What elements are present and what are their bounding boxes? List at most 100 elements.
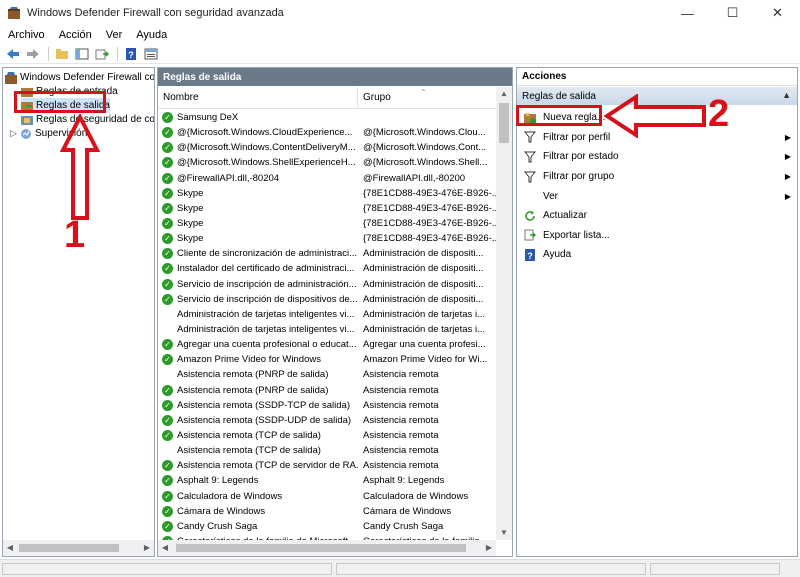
- table-row[interactable]: ✓ Asistencia remota (TCP de servidor de R…: [158, 458, 498, 473]
- menu-ver[interactable]: Ver: [99, 29, 130, 41]
- submenu-arrow-icon: ▶: [784, 172, 791, 182]
- action-export-list[interactable]: Exportar lista...: [517, 226, 797, 246]
- rule-name-cell: ✓ Servicio de inscripción de administraci…: [158, 278, 358, 290]
- rules-horizontal-scrollbar[interactable]: ◀ ▶: [158, 540, 496, 556]
- table-row[interactable]: ✓ @{Microsoft.Windows.CloudExperience... @…: [158, 125, 498, 140]
- enabled-check-icon: ✓: [162, 233, 173, 245]
- rule-name-cell: ✓ Amazon Prime Video for Windows: [158, 354, 358, 366]
- table-row[interactable]: ✓ Skype {78E1CD88-49E3-476E-B926-...: [158, 186, 498, 201]
- table-row[interactable]: ✓ Asistencia remota (SSDP-TCP de salida) A…: [158, 398, 498, 413]
- table-row[interactable]: ✓ Amazon Prime Video for Windows Amazon Pr…: [158, 352, 498, 367]
- tree-horizontal-scrollbar[interactable]: ◀ ▶: [3, 540, 154, 556]
- maximize-icon[interactable]: ☐: [710, 0, 755, 26]
- export-icon[interactable]: [93, 46, 111, 62]
- action-label: Filtrar por estado: [543, 151, 619, 163]
- table-row[interactable]: ✓ Calculadora de Windows Calculadora de Wi…: [158, 489, 498, 504]
- scroll-down-icon[interactable]: ▼: [496, 526, 512, 540]
- column-group-header[interactable]: Grupo ⌃: [358, 87, 498, 108]
- annotation-arrow-up-icon: [60, 114, 100, 220]
- table-row[interactable]: ✓ Asistencia remota (PNRP de salida) Asist…: [158, 383, 498, 398]
- toolbar-separator: [117, 46, 118, 61]
- table-row[interactable]: ✓ Servicio de inscripción de administraci…: [158, 277, 498, 292]
- rule-name: Skype: [177, 218, 204, 230]
- rule-name-cell: ✓ Asistencia remota (SSDP-UDP de salida): [158, 414, 358, 426]
- rule-name: Skype: [177, 187, 204, 199]
- scroll-right-icon[interactable]: ▶: [482, 540, 496, 556]
- tree-root[interactable]: Windows Defender Firewall con: [5, 70, 154, 85]
- table-row[interactable]: ✓ Asphalt 9: Legends Asphalt 9: Legends: [158, 473, 498, 488]
- table-row[interactable]: Asistencia remota (PNRP de salida) Asiste…: [158, 367, 498, 382]
- action-filter-group[interactable]: Filtrar por grupo ▶: [517, 167, 797, 187]
- column-name-header[interactable]: Nombre: [158, 87, 358, 108]
- properties-icon[interactable]: [142, 46, 160, 62]
- expand-icon[interactable]: ▷: [10, 128, 18, 139]
- action-help[interactable]: ? Ayuda: [517, 245, 797, 265]
- scroll-right-icon[interactable]: ▶: [140, 540, 154, 556]
- menu-accion[interactable]: Acción: [52, 29, 99, 41]
- enabled-check-icon: ✓: [162, 112, 173, 124]
- table-row[interactable]: ✓ Cámara de Windows Cámara de Windows: [158, 504, 498, 519]
- back-icon[interactable]: [4, 46, 22, 62]
- rule-group-cell: @{Microsoft.Windows.Clou...: [363, 127, 486, 139]
- table-row[interactable]: ✓ Skype {78E1CD88-49E3-476E-B926-...: [158, 216, 498, 231]
- filter-icon: [523, 170, 537, 184]
- table-row[interactable]: ✓ Asistencia remota (SSDP-UDP de salida) A…: [158, 413, 498, 428]
- rule-name-cell: Administración de tarjetas inteligentes …: [158, 324, 358, 335]
- rule-group-cell: Candy Crush Saga: [363, 520, 444, 532]
- table-row[interactable]: ✓ @FirewallAPI.dll,-80204 @FirewallAPI.dll…: [158, 171, 498, 186]
- table-row[interactable]: ✓ Skype {78E1CD88-49E3-476E-B926-...: [158, 231, 498, 246]
- menu-archivo[interactable]: Archivo: [0, 29, 52, 41]
- rule-group-cell: Asistencia remota: [363, 460, 439, 472]
- rule-name: Administración de tarjetas inteligentes …: [177, 324, 355, 336]
- rule-group-cell: Agregar una cuenta profesi...: [363, 339, 486, 351]
- enabled-check-icon: ✓: [162, 384, 173, 396]
- minimize-icon[interactable]: —: [665, 0, 710, 26]
- blank-icon: [523, 189, 537, 203]
- table-row[interactable]: ✓ @{Microsoft.Windows.ShellExperienceH...…: [158, 155, 498, 170]
- action-filter-state[interactable]: Filtrar por estado ▶: [517, 147, 797, 167]
- rules-vertical-scrollbar[interactable]: ▲ ▼: [496, 87, 512, 540]
- table-row[interactable]: ✓ Cliente de sincronización de administra…: [158, 246, 498, 261]
- rule-group-cell: Administración de dispositi...: [363, 293, 484, 305]
- action-view[interactable]: Ver ▶: [517, 186, 797, 206]
- table-row[interactable]: ✓ @{Microsoft.Windows.ContentDeliveryM...…: [158, 140, 498, 155]
- action-label: Actualizar: [543, 210, 587, 222]
- action-refresh[interactable]: Actualizar: [517, 206, 797, 226]
- collapse-icon[interactable]: ▲: [782, 90, 791, 100]
- table-row[interactable]: ✓ Candy Crush Saga Candy Crush Saga: [158, 519, 498, 534]
- show-hide-tree-icon[interactable]: [73, 46, 91, 62]
- help-icon[interactable]: ?: [122, 46, 140, 62]
- rule-name-cell: ✓ Candy Crush Saga: [158, 520, 358, 532]
- enabled-check-icon: ✓: [162, 354, 173, 366]
- close-icon[interactable]: ✕: [755, 0, 800, 26]
- monitoring-icon: [20, 128, 32, 140]
- rule-name-cell: ✓ Skype: [158, 218, 358, 230]
- table-row[interactable]: Administración de tarjetas inteligentes …: [158, 322, 498, 337]
- enabled-check-icon: ✓: [162, 263, 173, 275]
- table-row[interactable]: Asistencia remota (TCP de salida) Asisten…: [158, 443, 498, 458]
- rule-name: @{Microsoft.Windows.ShellExperienceH...: [177, 157, 356, 169]
- help-icon: ?: [523, 248, 537, 262]
- up-folder-icon[interactable]: [53, 46, 71, 62]
- table-row[interactable]: Administración de tarjetas inteligentes …: [158, 307, 498, 322]
- rule-name: Asistencia remota (PNRP de salida): [177, 369, 329, 381]
- submenu-arrow-icon: ▶: [784, 191, 791, 201]
- connection-security-icon: [21, 114, 33, 126]
- table-row[interactable]: ✓ Servicio de inscripción de dispositivos…: [158, 292, 498, 307]
- rule-group-cell: Administración de dispositi...: [363, 263, 484, 275]
- rule-name: Asistencia remota (TCP de salida): [177, 430, 321, 442]
- forward-icon[interactable]: [24, 46, 42, 62]
- enabled-check-icon: ✓: [162, 293, 173, 305]
- table-row[interactable]: ✓ Skype {78E1CD88-49E3-476E-B926-...: [158, 201, 498, 216]
- scroll-thumb[interactable]: [176, 544, 466, 552]
- menu-ayuda[interactable]: Ayuda: [129, 29, 174, 41]
- scroll-left-icon[interactable]: ◀: [3, 540, 17, 556]
- scroll-left-icon[interactable]: ◀: [158, 540, 172, 556]
- scroll-thumb[interactable]: [19, 544, 119, 552]
- table-row[interactable]: ✓ Asistencia remota (TCP de salida) Asiste…: [158, 428, 498, 443]
- table-row[interactable]: ✓ Instalador del certificado de administr…: [158, 261, 498, 276]
- table-row[interactable]: ✓ Samsung DeX: [158, 110, 498, 125]
- scroll-up-icon[interactable]: ▲: [496, 87, 512, 101]
- table-row[interactable]: ✓ Agregar una cuenta profesional o educat…: [158, 337, 498, 352]
- scroll-thumb[interactable]: [499, 103, 509, 143]
